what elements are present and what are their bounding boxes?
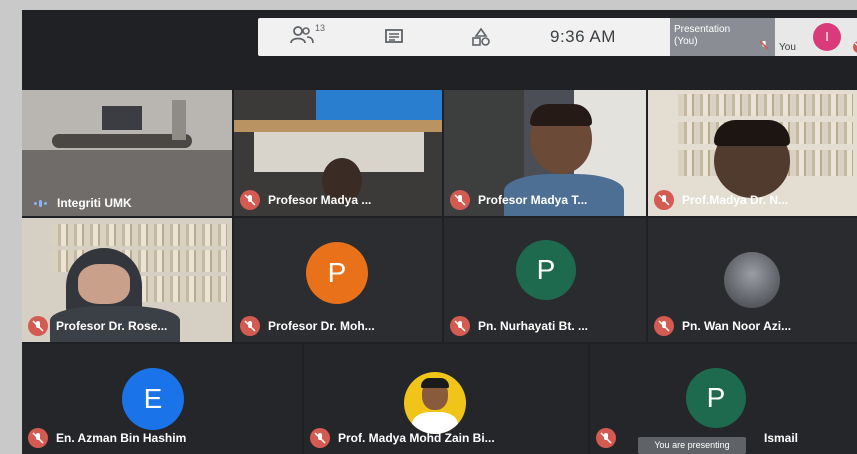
participant-tile-9[interactable]: E En. Azman Bin Hashim: [22, 344, 302, 454]
participant-name-row: Integriti UMK: [28, 196, 132, 210]
clock-time: 9:36 AM: [550, 27, 616, 46]
participant-name: Ismail: [764, 431, 799, 445]
mic-off-icon: [240, 316, 260, 336]
participant-avatar: P: [686, 368, 746, 428]
presentation-label: Presentation: [674, 24, 731, 35]
self-view-tile[interactable]: You I: [775, 18, 857, 56]
participants-count: 13: [315, 23, 326, 33]
mic-off-icon: [28, 428, 48, 448]
participant-name-row: Profesor Madya ...: [240, 190, 371, 210]
mic-off-icon: [654, 316, 674, 336]
mic-off-icon: [450, 190, 470, 210]
participant-avatar: [404, 372, 466, 434]
people-icon: [290, 26, 314, 44]
self-avatar: I: [813, 23, 841, 51]
mic-off-icon: [759, 40, 769, 54]
presentation-tile[interactable]: Presentation (You): [670, 18, 775, 56]
participant-tile-integriti-umk[interactable]: Integriti UMK: [22, 90, 232, 216]
participant-name: Pn. Nurhayati Bt. ...: [478, 319, 589, 333]
participant-name-row: Pn. Nurhayati Bt. ...: [450, 316, 588, 336]
participant-name-row: Profesor Dr. Rose...: [28, 316, 167, 336]
participant-name-row: En. Azman Bin Hashim: [28, 428, 186, 448]
activities-button[interactable]: [471, 27, 491, 47]
self-label: You: [779, 42, 796, 53]
participant-name: Prof.Madya Dr. N...: [682, 193, 789, 207]
participant-name-row: Profesor Madya T...: [450, 190, 587, 210]
participant-name: Profesor Madya ...: [268, 193, 372, 207]
participant-avatar: [724, 252, 780, 308]
participant-name-row: Prof. Madya Mohd Zain Bi...: [310, 428, 495, 448]
participant-tile-3[interactable]: Profesor Madya T...: [444, 90, 646, 216]
participant-tile-7[interactable]: P Pn. Nurhayati Bt. ...: [444, 218, 646, 342]
participant-tile-8[interactable]: Pn. Wan Noor Azi...: [648, 218, 857, 342]
participant-name-row: Profesor Dr. Moh...: [240, 316, 375, 336]
presenting-toast: You are presenting: [638, 437, 746, 454]
participant-name-row: Pn. Wan Noor Azi...: [654, 316, 791, 336]
mic-off-icon: [596, 428, 616, 448]
mic-off-icon: [450, 316, 470, 336]
participant-name: Profesor Dr. Moh...: [268, 319, 375, 333]
participant-tile-2[interactable]: Profesor Madya ...: [234, 90, 442, 216]
chat-icon: [385, 29, 403, 43]
mic-off-icon: [240, 190, 260, 210]
meet-window: Integriti UMK Profesor Madya ... Profeso…: [22, 10, 857, 454]
participant-name-row: Prof.Madya Dr. N...: [654, 190, 788, 210]
participant-tile-6[interactable]: P Profesor Dr. Moh...: [234, 218, 442, 342]
participants-button[interactable]: 13: [290, 23, 326, 45]
participant-tile-10[interactable]: Prof. Madya Mohd Zain Bi...: [304, 344, 588, 454]
participant-name: Prof. Madya Mohd Zain Bi...: [338, 431, 495, 445]
participant-tile-5[interactable]: Profesor Dr. Rose...: [22, 218, 232, 342]
participant-avatar: P: [516, 240, 576, 300]
speaking-indicator-icon: [34, 199, 47, 207]
mic-off-icon: [654, 190, 674, 210]
participant-tile-4[interactable]: Prof.Madya Dr. N...: [648, 90, 857, 216]
participant-name: Pn. Wan Noor Azi...: [682, 319, 792, 333]
participant-avatar: E: [122, 368, 184, 430]
participant-avatar: P: [306, 242, 368, 304]
participant-name: Integriti UMK: [57, 196, 132, 210]
participant-name: Profesor Madya T...: [478, 193, 588, 207]
participant-name: En. Azman Bin Hashim: [56, 431, 187, 445]
participant-name: Profesor Dr. Rose...: [56, 319, 168, 333]
mic-off-icon: [28, 316, 48, 336]
mic-off-icon: [853, 40, 857, 58]
chat-button[interactable]: [384, 28, 404, 46]
meeting-top-bar: 13 9:36 AM Presentation (You) You I: [258, 18, 857, 56]
mic-off-icon: [310, 428, 330, 448]
shapes-icon: [472, 27, 490, 46]
